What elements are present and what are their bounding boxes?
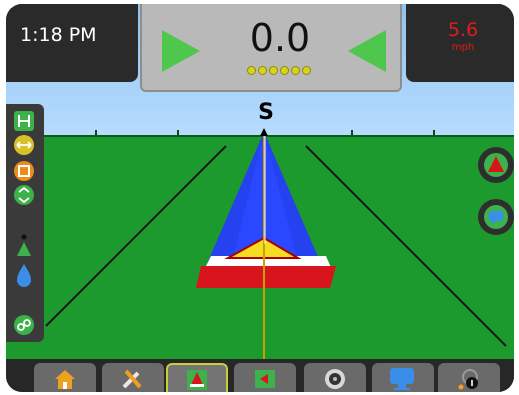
led-indicator xyxy=(258,66,267,75)
lightbar-leds xyxy=(234,66,324,75)
heading-pointer xyxy=(260,128,268,136)
section-status-button[interactable] xyxy=(11,158,37,184)
led-indicator xyxy=(280,66,289,75)
speed-unit: mph xyxy=(451,42,475,53)
tools-icon xyxy=(122,369,142,389)
led-indicator xyxy=(302,66,311,75)
gnss-tab[interactable] xyxy=(438,363,500,392)
map-view-button[interactable] xyxy=(478,199,514,235)
map-view-icon xyxy=(484,205,508,229)
speed-value: 5.6 xyxy=(447,19,479,41)
computer-icon xyxy=(390,368,414,390)
clock-time: 1:18 PM xyxy=(20,24,97,46)
section-status-icon xyxy=(14,161,34,181)
led-indicator xyxy=(291,66,300,75)
steer-right-arrow-icon xyxy=(348,30,386,72)
application-rate-icon xyxy=(17,264,31,287)
status-panel-left: 1:18 PM xyxy=(6,4,138,82)
guidance-tab[interactable] xyxy=(166,363,228,392)
guide-line-left xyxy=(45,145,227,327)
ab-pattern-button[interactable] xyxy=(11,182,37,208)
cross-track-error: 0.0 xyxy=(249,16,311,60)
guidance-mode-button[interactable] xyxy=(11,108,37,134)
left-toolbar xyxy=(6,104,44,342)
computer-tab[interactable] xyxy=(372,363,434,392)
ab-link-icon xyxy=(14,315,34,335)
tank-icon xyxy=(325,369,345,389)
swath-width-icon xyxy=(14,135,34,155)
guidance-view-icon xyxy=(484,153,508,177)
led-indicator xyxy=(269,66,278,75)
guidance-icon xyxy=(187,370,207,390)
led-indicator xyxy=(247,66,256,75)
guidance-view-button[interactable] xyxy=(478,147,514,183)
application-rate-button[interactable] xyxy=(11,262,37,288)
guidance-mode-icon xyxy=(14,111,34,131)
implement-boom-red xyxy=(196,266,336,288)
guide-line-right xyxy=(305,145,507,347)
guidance-screen: S 1:18 PM 0.0 5.6 mph xyxy=(6,4,514,392)
ab-link-button[interactable] xyxy=(11,312,37,338)
field-map-tab[interactable] xyxy=(234,363,296,392)
gnss-status-icon xyxy=(458,369,478,390)
swath-width-button[interactable] xyxy=(11,132,37,158)
home-icon xyxy=(55,370,75,389)
nudge-icon xyxy=(17,234,31,256)
nudge-button[interactable] xyxy=(11,232,37,258)
tank-tab[interactable] xyxy=(304,363,366,392)
field-map-icon xyxy=(255,370,275,388)
tools-tab[interactable] xyxy=(102,363,164,392)
heading-indicator: S xyxy=(258,100,274,125)
home-tab[interactable] xyxy=(34,363,96,392)
steer-left-arrow-icon xyxy=(162,30,200,72)
ab-pattern-icon xyxy=(14,185,34,205)
